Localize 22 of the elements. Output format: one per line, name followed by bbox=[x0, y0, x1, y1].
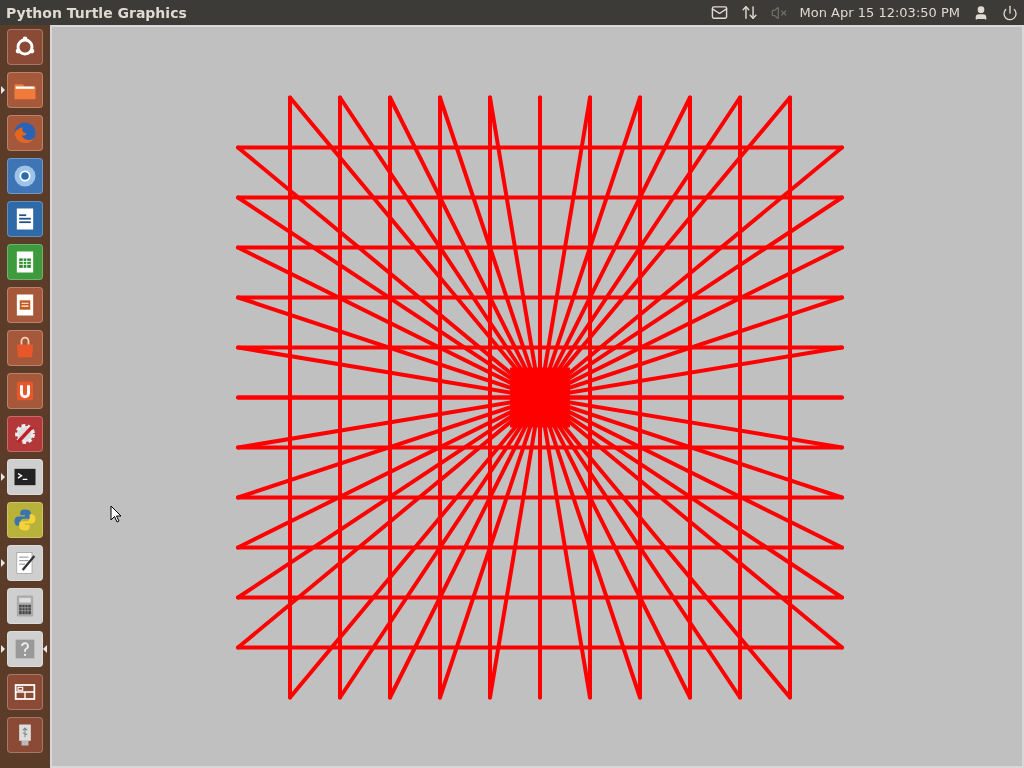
launcher-item[interactable] bbox=[7, 501, 43, 538]
launcher-item[interactable] bbox=[7, 200, 43, 237]
clock[interactable]: Mon Apr 15 12:03:50 PM bbox=[799, 2, 960, 23]
launcher-item[interactable] bbox=[7, 458, 43, 495]
launcher-item[interactable] bbox=[7, 286, 43, 323]
window-title: Python Turtle Graphics bbox=[6, 5, 187, 20]
launcher-item[interactable] bbox=[7, 415, 43, 452]
launcher-item[interactable] bbox=[7, 28, 43, 65]
launcher-item[interactable] bbox=[7, 372, 43, 409]
launcher-item[interactable] bbox=[7, 243, 43, 280]
launcher-item[interactable] bbox=[7, 716, 43, 753]
power-icon[interactable] bbox=[1002, 4, 1018, 21]
launcher-item[interactable] bbox=[7, 157, 43, 194]
launcher-item[interactable] bbox=[7, 630, 43, 667]
launcher-item[interactable] bbox=[7, 587, 43, 624]
mouse-pointer-icon bbox=[110, 505, 122, 523]
network-arrows-icon[interactable] bbox=[740, 4, 758, 21]
launcher-item[interactable] bbox=[7, 673, 43, 710]
user-icon[interactable] bbox=[973, 4, 989, 21]
mail-icon[interactable] bbox=[710, 4, 728, 21]
launcher-item[interactable] bbox=[7, 71, 43, 108]
launcher-item[interactable] bbox=[7, 544, 43, 581]
